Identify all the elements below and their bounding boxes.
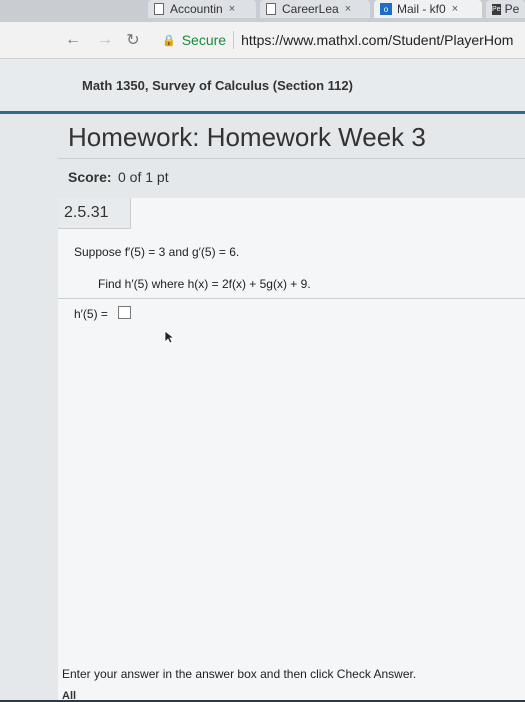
outlook-icon: o bbox=[380, 3, 392, 15]
tab-label: CareerLea bbox=[282, 2, 339, 16]
divider bbox=[58, 298, 525, 299]
score-bar: Score: 0 of 1 pt bbox=[58, 159, 525, 195]
browser-tab-bar: Accountin × CareerLea × o Mail - kf0 × P… bbox=[0, 0, 525, 22]
address-bar: ← → ↻ 🔒 Secure https://www.mathxl.com/St… bbox=[0, 22, 525, 59]
mathxl-page: Math 1350, Survey of Calculus (Section 1… bbox=[0, 59, 525, 702]
answer-input-box[interactable] bbox=[118, 306, 131, 319]
course-header: Math 1350, Survey of Calculus (Section 1… bbox=[0, 59, 525, 114]
tab-label: Accountin bbox=[170, 2, 223, 16]
close-icon[interactable]: × bbox=[345, 3, 351, 15]
tab-label: Pe bbox=[504, 2, 520, 16]
question-number-box: 2.5.31 bbox=[58, 198, 131, 229]
tab-accounting[interactable]: Accountin × bbox=[148, 0, 256, 18]
footer-partial-text: All bbox=[62, 690, 77, 702]
tab-label: Mail - kf0 bbox=[397, 2, 446, 16]
close-icon[interactable]: × bbox=[452, 3, 458, 15]
course-title: Math 1350, Survey of Calculus (Section 1… bbox=[82, 78, 353, 93]
homework-title: Homework: Homework Week 3 bbox=[68, 122, 426, 152]
tab-careerlearn[interactable]: CareerLea × bbox=[260, 0, 370, 18]
url-field[interactable]: https://www.mathxl.com/Student/PlayerHom bbox=[241, 32, 513, 48]
reload-icon[interactable]: ↻ bbox=[122, 30, 144, 50]
tab-pe[interactable]: Pe Pe bbox=[486, 0, 525, 18]
document-icon bbox=[266, 3, 276, 15]
homework-title-bar: Homework: Homework Week 3 bbox=[58, 114, 525, 159]
question-panel: 2.5.31 Suppose f′(5) = 3 and g′(5) = 6. … bbox=[58, 198, 525, 702]
score-value: 0 of 1 pt bbox=[118, 169, 169, 185]
lock-icon: 🔒 bbox=[162, 34, 176, 47]
answer-label: h′(5) = bbox=[74, 307, 108, 321]
question-number: 2.5.31 bbox=[64, 204, 109, 221]
tab-mail[interactable]: o Mail - kf0 × bbox=[374, 0, 482, 18]
document-icon bbox=[154, 3, 164, 15]
question-text-given: Suppose f′(5) = 3 and g′(5) = 6. bbox=[74, 245, 240, 259]
mouse-cursor-icon bbox=[164, 330, 176, 344]
separator bbox=[233, 31, 235, 49]
close-icon[interactable]: × bbox=[229, 3, 235, 15]
back-arrow-icon[interactable]: ← bbox=[62, 31, 84, 49]
question-text-task: Find h′(5) where h(x) = 2f(x) + 5g(x) + … bbox=[98, 277, 311, 291]
forward-arrow-icon[interactable]: → bbox=[94, 31, 116, 49]
pearson-icon: Pe bbox=[492, 3, 501, 15]
secure-label: Secure bbox=[181, 32, 227, 48]
instructions-text: Enter your answer in the answer box and … bbox=[62, 667, 417, 681]
score-label: Score: bbox=[68, 169, 112, 185]
